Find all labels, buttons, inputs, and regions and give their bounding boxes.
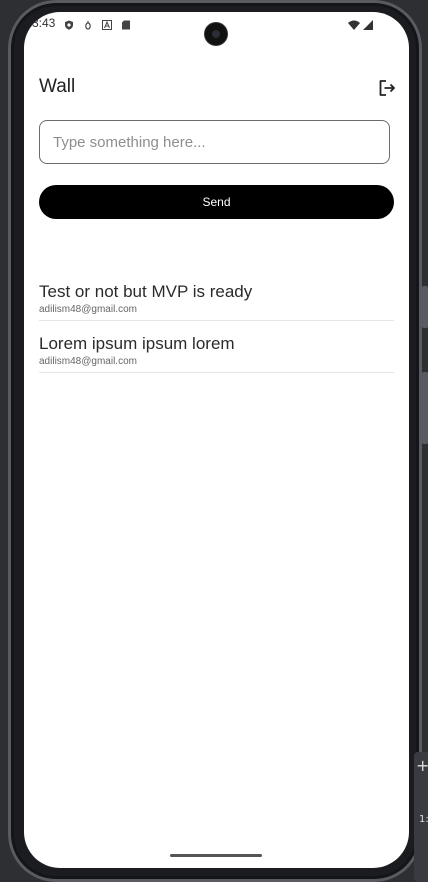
status-icons-left — [64, 17, 131, 30]
post-list: Test or not but MVP is ready adilism48@g… — [39, 282, 394, 386]
message-input[interactable] — [39, 120, 390, 164]
list-item: Test or not but MVP is ready adilism48@g… — [39, 282, 394, 321]
front-camera — [205, 23, 227, 45]
post-author: adilism48@gmail.com — [39, 304, 137, 315]
status-icons-right — [348, 17, 373, 35]
font-icon — [102, 17, 112, 30]
ide-add-button[interactable]: + — [416, 758, 428, 774]
app-screen: 3:43 Wall Type something here... Send Te… — [24, 12, 409, 868]
sd-card-icon — [121, 17, 131, 30]
signal-icon — [363, 17, 373, 35]
ide-zoom-label: 1: — [419, 814, 428, 825]
post-text: Test or not but MVP is ready — [39, 282, 253, 301]
list-item: Lorem ipsum ipsum lorem adilism48@gmail.… — [39, 334, 394, 373]
page-title: Wall — [39, 76, 76, 97]
volume-button — [422, 286, 428, 328]
wifi-icon — [348, 17, 360, 35]
post-author: adilism48@gmail.com — [39, 356, 137, 367]
home-indicator[interactable] — [170, 854, 262, 857]
bug-icon — [83, 17, 93, 30]
send-button[interactable]: Send — [39, 185, 394, 219]
post-text: Lorem ipsum ipsum lorem — [39, 334, 235, 353]
power-button — [422, 372, 428, 444]
logout-button[interactable] — [377, 78, 397, 98]
shield-icon — [64, 17, 74, 30]
logout-icon — [379, 80, 395, 96]
status-time: 3:43 — [32, 16, 56, 30]
